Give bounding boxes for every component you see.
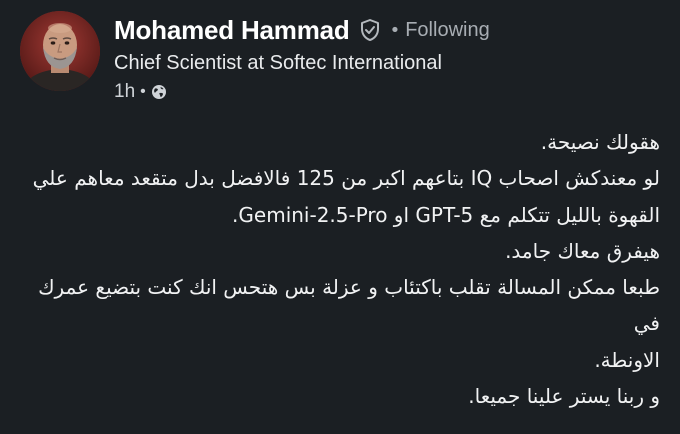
post-line: هيفرق معاك جامد.	[505, 238, 660, 263]
post-line: القهوة بالليل تتكلم مع GPT-5 او Gemini-2…	[232, 202, 660, 227]
avatar-image	[20, 11, 100, 91]
separator-dot: •	[389, 19, 401, 41]
following-status[interactable]: Following	[405, 19, 489, 42]
author-info: Mohamed Hammad • Following Chief Scienti…	[114, 11, 654, 105]
post-line: هقولك نصيحة.	[540, 130, 660, 154]
meta-separator: •	[140, 83, 146, 100]
post-time: 1h	[114, 81, 136, 102]
post-line: و ربنا يستر علينا جميعا.	[468, 384, 660, 409]
post-line: لو معندكش اصحاب IQ بتاعهم اكبر من 125 فا…	[32, 166, 660, 191]
post-card: Mohamed Hammad • Following Chief Scienti…	[0, 0, 680, 434]
verified-shield-icon	[358, 18, 382, 42]
post-line: الاونطة.	[594, 347, 660, 372]
post-meta: 1h •	[114, 79, 654, 105]
author-name[interactable]: Mohamed Hammad	[114, 15, 350, 46]
post-body: هقولك نصيحة. لو معندكش اصحاب IQ بتاعهم ا…	[20, 124, 660, 414]
post-line: طبعا ممكن المسالة تقلب باكتئاب و عزلة بس…	[38, 275, 660, 336]
name-row: Mohamed Hammad • Following	[114, 11, 654, 49]
globe-icon	[151, 84, 167, 100]
author-headline: Chief Scientist at Softec International	[114, 52, 442, 74]
post-header: Mohamed Hammad • Following Chief Scienti…	[20, 11, 660, 102]
avatar[interactable]	[20, 11, 100, 91]
